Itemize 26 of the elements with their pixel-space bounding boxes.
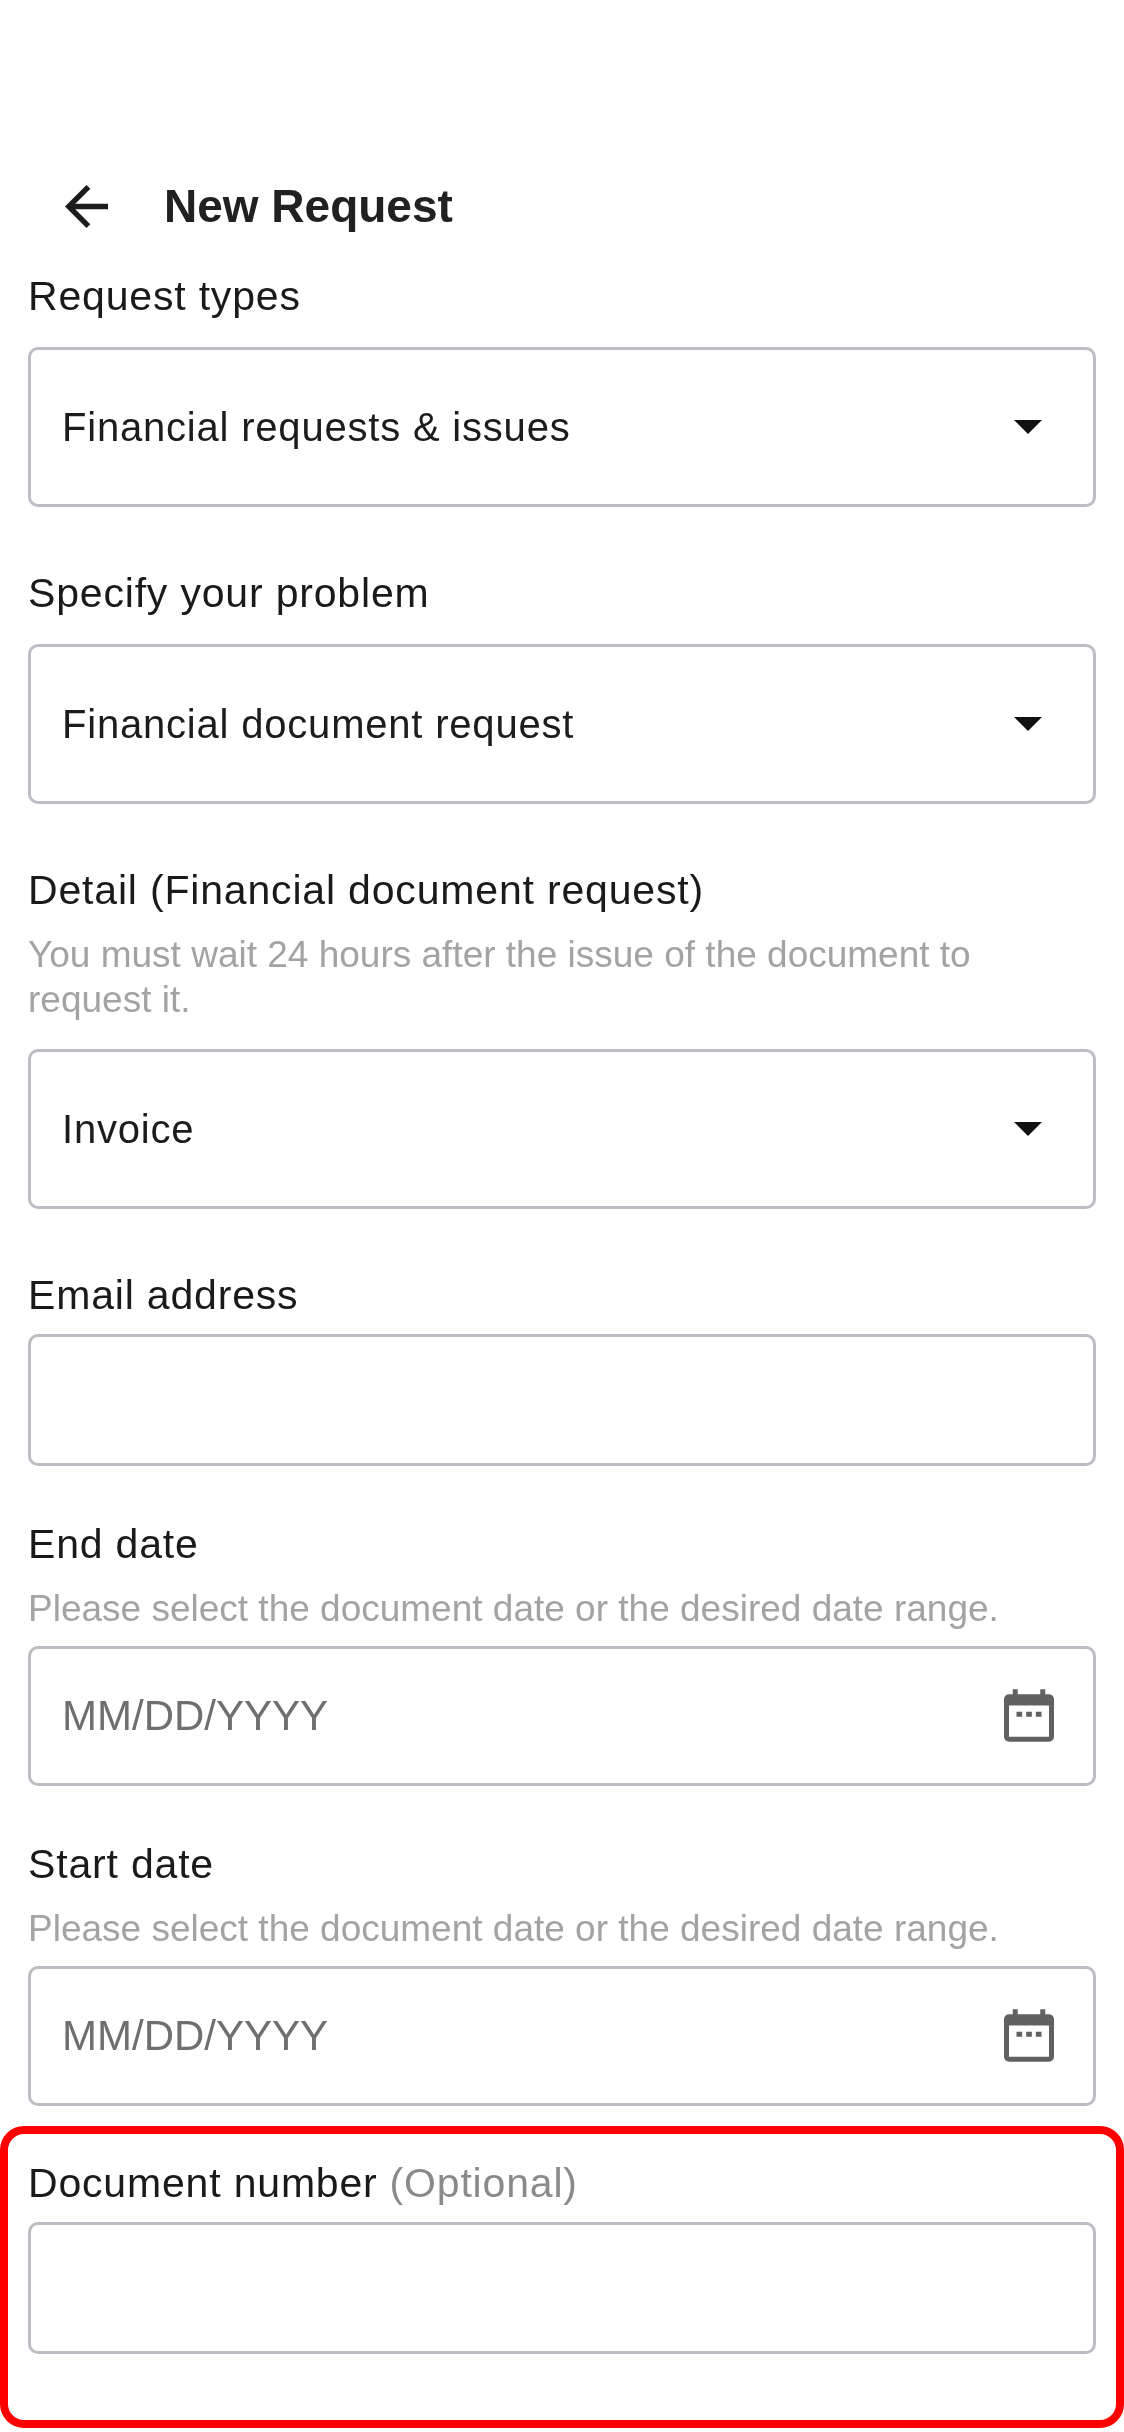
field-label: Document number bbox=[28, 2159, 378, 2207]
date-field[interactable]: MM/DD/YYYY bbox=[28, 1646, 1096, 1786]
field-label: End date bbox=[28, 1520, 199, 1568]
back-button[interactable] bbox=[65, 184, 108, 228]
input-field[interactable] bbox=[28, 2222, 1096, 2354]
calendar-icon[interactable] bbox=[1004, 2009, 1054, 2062]
back-arrow-icon bbox=[65, 184, 108, 228]
field-label: Request types bbox=[28, 272, 301, 320]
field-hint: You must wait 24 hours after the issue of the document to request it. bbox=[28, 933, 972, 1022]
caret-icon bbox=[1014, 717, 1042, 731]
input-field[interactable] bbox=[28, 1334, 1096, 1466]
calendar-icon[interactable] bbox=[1004, 1689, 1054, 1742]
caret-icon bbox=[1014, 420, 1042, 434]
page-title: New Request bbox=[164, 178, 453, 234]
field-label: Email address bbox=[28, 1271, 299, 1319]
field-label: Specify your problem bbox=[28, 569, 430, 617]
field-label: Detail (Financial document request) bbox=[28, 866, 704, 914]
optional-note: (Optional) bbox=[389, 2159, 578, 2207]
dropdown[interactable]: Financial requests & issues bbox=[28, 347, 1096, 507]
dropdown[interactable]: Invoice bbox=[28, 1049, 1096, 1209]
date-field[interactable]: MM/DD/YYYY bbox=[28, 1966, 1096, 2106]
dropdown[interactable]: Financial document request bbox=[28, 644, 1096, 804]
caret-icon bbox=[1014, 1122, 1042, 1136]
field-label: Start date bbox=[28, 1840, 214, 1888]
field-hint: Please select the document date or the desired date range. bbox=[28, 1587, 1000, 1631]
field-hint: Please select the document date or the desired date range. bbox=[28, 1907, 1000, 1951]
